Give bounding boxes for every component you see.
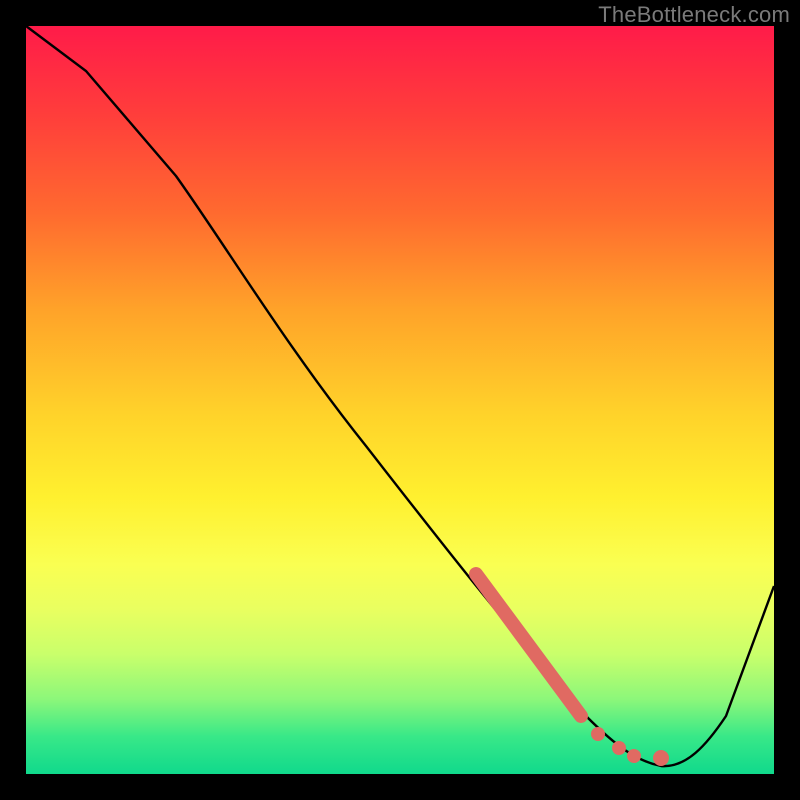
highlight-dot bbox=[627, 749, 641, 763]
watermark-text: TheBottleneck.com bbox=[598, 2, 790, 28]
highlight-dot bbox=[653, 750, 669, 766]
highlight-segment bbox=[476, 574, 581, 716]
highlight-dot bbox=[591, 727, 605, 741]
bottleneck-curve bbox=[26, 26, 774, 766]
chart-frame: TheBottleneck.com bbox=[0, 0, 800, 800]
chart-svg bbox=[26, 26, 774, 774]
highlight-dot bbox=[612, 741, 626, 755]
